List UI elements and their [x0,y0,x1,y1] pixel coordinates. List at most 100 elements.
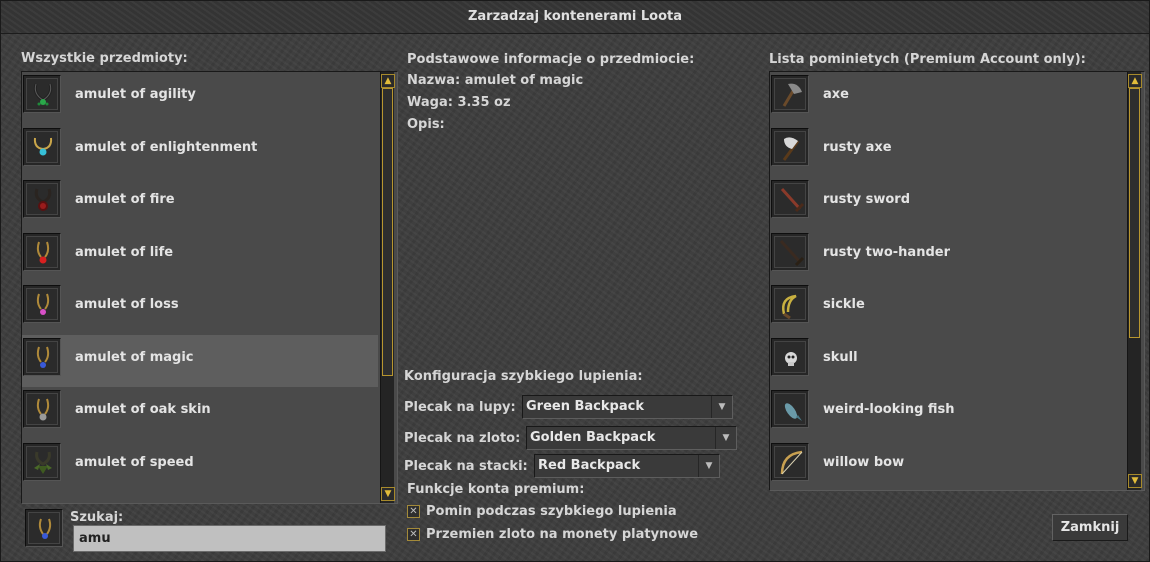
amulet-fire-icon [34,188,52,211]
item-slot [23,232,61,271]
item-slot [23,180,61,218]
all-items-heading: Wszystkie przedmioty: [21,51,188,66]
loot-container-window: Zarzadzaj kontenerami Loota Wszystkie pr… [0,0,1150,562]
loot-backpack-label: Plecak na lupy: [404,400,516,415]
item-description-line: Opis: [407,117,445,132]
scroll-thumb[interactable] [382,88,393,376]
gold-backpack-select[interactable]: Golden Backpack ▼ [526,426,737,450]
amulet-life-icon [36,241,50,263]
list-item[interactable]: skull [770,335,1126,388]
skip-quickloot-checkbox[interactable]: ✕ [407,505,420,518]
list-item-label: rusty sword [823,192,911,207]
list-item-label: axe [823,87,849,102]
item-slot [23,337,61,376]
bow-icon [780,450,803,474]
list-item-label: amulet of fire [75,192,175,207]
skipped-list-heading: Lista pominietych (Premium Account only)… [769,52,1086,67]
gold-backpack-label: Plecak na zloto: [404,431,521,446]
skipped-items-list[interactable]: axe rusty axe rusty sword rusty two-hander s… [769,71,1145,491]
item-weight-line: Waga: 3.35 oz [407,95,511,110]
list-item-label: amulet of life [75,244,174,260]
list-item[interactable]: rusty sword [770,177,1126,230]
all-items-scrollbar[interactable]: ▲ ▼ [380,72,395,503]
amulet-enlightenment-icon [33,137,53,155]
list-item[interactable]: amulet of fire [22,177,378,230]
search-input[interactable] [73,525,386,552]
list-item-label: rusty two-hander [823,244,950,260]
scroll-down-button[interactable]: ▼ [381,487,395,501]
item-slot [23,442,61,481]
scroll-up-button[interactable]: ▲ [381,74,395,88]
list-item-label: amulet of agility [75,87,196,102]
close-button[interactable]: Zamknij [1052,514,1128,541]
scroll-down-button[interactable]: ▼ [1128,474,1142,488]
stack-backpack-value: Red Backpack [538,458,641,473]
loot-backpack-value: Green Backpack [526,399,644,414]
item-slot [771,232,809,271]
sickle-icon [782,294,797,320]
convert-gold-label: Przemien zloto na monety platynowe [426,527,699,542]
stack-backpack-select[interactable]: Red Backpack ▼ [534,454,720,478]
skipped-items-scrollbar[interactable]: ▲ ▼ [1127,72,1142,490]
premium-heading: Funkcje konta premium: [407,482,585,497]
list-item[interactable]: amulet of magic [22,334,378,387]
list-item[interactable]: willow bow [770,440,1126,491]
list-item-label: amulet of speed [75,454,194,470]
item-info-heading: Podstawowe informacje o przedmiocie: [407,52,695,67]
chevron-down-icon: ▼ [715,427,736,449]
list-item[interactable]: amulet of agility [22,72,378,125]
loot-backpack-select[interactable]: Green Backpack ▼ [522,395,733,419]
amulet-oak-skin-icon [36,398,50,421]
item-slot [23,75,61,113]
axe-icon [782,83,802,107]
list-item-label: rusty axe [823,139,892,155]
item-slot [771,337,809,376]
stack-backpack-label: Plecak na stacki: [404,459,528,474]
item-slot [23,390,61,428]
scroll-thumb[interactable] [1129,88,1140,338]
item-slot [771,180,809,218]
window-title: Zarzadzaj kontenerami Loota [1,1,1149,34]
chevron-down-icon: ▼ [711,396,732,418]
list-item-label: amulet of magic [75,349,194,365]
list-item[interactable]: axe [770,72,1126,125]
convert-gold-checkbox[interactable]: ✕ [407,528,420,541]
chevron-down-icon: ▼ [698,455,719,477]
item-slot [23,127,61,166]
amulet-magic-icon [38,518,52,539]
list-item[interactable]: rusty axe [770,125,1126,178]
amulet-speed-icon [34,451,52,474]
list-item[interactable]: sickle [770,282,1126,335]
all-items-list[interactable]: amulet of agility amulet of enlightenment… [21,71,398,504]
item-slot [771,75,809,113]
list-item[interactable]: amulet of life [22,230,378,283]
scroll-up-button[interactable]: ▲ [1128,74,1142,88]
list-item[interactable]: amulet of oak skin [22,387,378,440]
rusty-axe-icon [782,136,800,161]
item-name-line: Nazwa: amulet of magic [407,73,584,88]
rusty-two-hander-icon [779,239,805,266]
fish-icon [784,403,802,421]
list-item-label: amulet of enlightenment [75,139,258,155]
list-item[interactable]: weird-looking fish [770,387,1126,440]
list-item-label: sickle [823,297,865,312]
skull-icon [785,351,797,366]
amulet-agility-icon [33,83,53,106]
list-item[interactable]: amulet of enlightenment [22,125,378,178]
list-item[interactable]: amulet of loss [22,282,378,335]
item-slot [771,390,809,428]
gold-backpack-value: Golden Backpack [530,430,656,445]
item-slot [771,442,809,481]
rusty-sword-icon [780,187,805,213]
list-item-label: skull [823,349,858,365]
list-item[interactable]: amulet of speed [22,440,378,493]
search-label: Szukaj: [70,510,124,525]
list-item-label: willow bow [823,454,905,470]
quickloot-heading: Konfiguracja szybkiego lupienia: [404,369,643,384]
item-slot [771,285,809,323]
list-item[interactable]: rusty two-hander [770,230,1126,283]
item-slot [23,285,61,323]
skip-quickloot-label: Pomin podczas szybkiego lupienia [426,504,677,519]
amulet-magic-icon [36,346,50,368]
item-slot [771,127,809,166]
